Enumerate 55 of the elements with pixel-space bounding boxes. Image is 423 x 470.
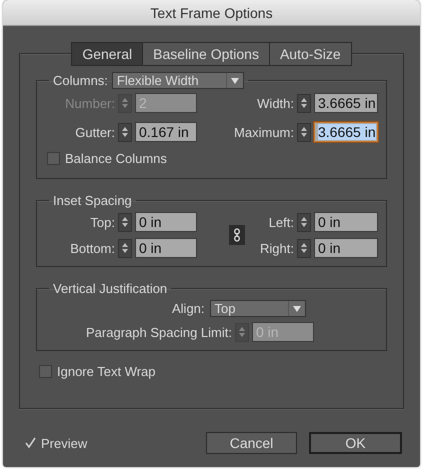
chain-link-icon	[233, 228, 241, 242]
up-down-arrows-icon	[121, 126, 129, 138]
stepper-button[interactable]	[297, 122, 311, 142]
checkbox-label: Balance Columns	[65, 151, 167, 166]
checkmark-icon	[24, 437, 36, 449]
dialog-button[interactable]: Cancel	[206, 432, 297, 454]
up-down-arrows-icon	[121, 242, 129, 254]
caret-icon	[230, 78, 239, 84]
up-down-arrows-icon	[121, 97, 129, 109]
value-field[interactable]: 0 in	[314, 238, 378, 258]
stepper-button[interactable]	[297, 238, 311, 258]
columns-dropdown[interactable]: Flexible Width	[112, 72, 244, 89]
field-label: Paragraph Spacing Limit:	[86, 324, 232, 340]
value-field[interactable]: 0.167 in	[135, 122, 197, 142]
window-title: Text Frame Options	[150, 4, 273, 20]
link-button[interactable]	[229, 225, 245, 245]
up-down-arrows-icon	[300, 242, 308, 254]
tab[interactable]: Auto-Size	[268, 43, 351, 65]
up-down-arrows-icon	[300, 97, 308, 109]
value-field[interactable]: 0 in	[135, 238, 197, 258]
field-label: Number:	[64, 96, 115, 110]
align-dropdown[interactable]: Top	[210, 300, 306, 317]
stepper-button[interactable]	[118, 212, 132, 232]
stepper-button[interactable]	[297, 212, 311, 232]
caret-icon	[292, 306, 301, 312]
up-down-arrows-icon	[121, 216, 129, 228]
checkbox-label: Ignore Text Wrap	[57, 364, 156, 379]
field-label: Bottom:	[69, 240, 115, 256]
field-label: Top:	[89, 214, 115, 230]
value-field[interactable]: 3.6665 in	[314, 93, 378, 113]
field-label: Left:	[268, 214, 294, 230]
checkbox[interactable]	[47, 152, 60, 165]
stepper-button[interactable]	[118, 238, 132, 258]
stepper-button[interactable]	[118, 122, 132, 142]
value-field[interactable]: 3.6665 in	[314, 122, 378, 142]
group-title: Vertical Justification	[53, 281, 168, 296]
value-field[interactable]: 0 in	[135, 212, 197, 232]
field-label: Right:	[259, 240, 294, 256]
field-label: Width:	[256, 96, 294, 110]
up-down-arrows-icon	[300, 216, 308, 228]
checkbox[interactable]	[39, 365, 52, 378]
tab[interactable]: Baseline Options	[142, 43, 269, 65]
stepper-button[interactable]	[297, 94, 311, 112]
value-field[interactable]: 0 in	[314, 212, 378, 232]
up-down-arrows-icon	[238, 326, 246, 338]
stepper-button[interactable]	[118, 94, 132, 112]
field-label: Align:	[172, 301, 205, 316]
field-label: Maximum:	[233, 124, 294, 140]
columns-label: Columns:	[53, 73, 108, 88]
stepper-button[interactable]	[234, 322, 249, 342]
group-title: Inset Spacing	[53, 193, 132, 208]
dialog-button[interactable]: OK	[309, 432, 402, 454]
up-down-arrows-icon	[300, 126, 308, 138]
checkbox-label: Preview	[41, 436, 88, 450]
field-label: Gutter:	[74, 124, 115, 140]
